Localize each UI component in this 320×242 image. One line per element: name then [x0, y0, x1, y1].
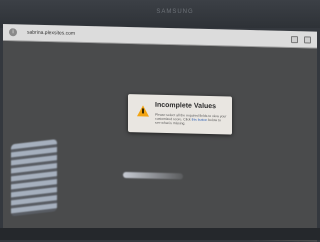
monitor-screen: i sabrina.plexsites.com Incomplete Value… [3, 24, 317, 242]
browser-toolbar [291, 35, 311, 44]
window-glare-reflection [11, 139, 57, 217]
monitor-bezel-bottom [0, 228, 320, 240]
monitor-bezel-top: SAMSUNG [0, 0, 320, 28]
incomplete-values-dialog: Incomplete Values Please select all the … [128, 94, 232, 135]
url-text[interactable]: sabrina.plexsites.com [27, 30, 75, 37]
extension-icon[interactable] [304, 35, 311, 44]
monitor-brand-logo: SAMSUNG [156, 9, 194, 15]
dialog-message: Please select all the required fields to… [155, 113, 227, 129]
bookmark-icon[interactable] [291, 35, 298, 43]
page-content: Incomplete Values Please select all the … [3, 41, 317, 242]
info-icon[interactable]: i [9, 28, 17, 37]
dialog-link[interactable]: this button [192, 118, 208, 122]
dialog-title: Incomplete Values [155, 101, 217, 111]
warning-icon-mark [142, 108, 144, 114]
light-reflection [123, 171, 183, 180]
